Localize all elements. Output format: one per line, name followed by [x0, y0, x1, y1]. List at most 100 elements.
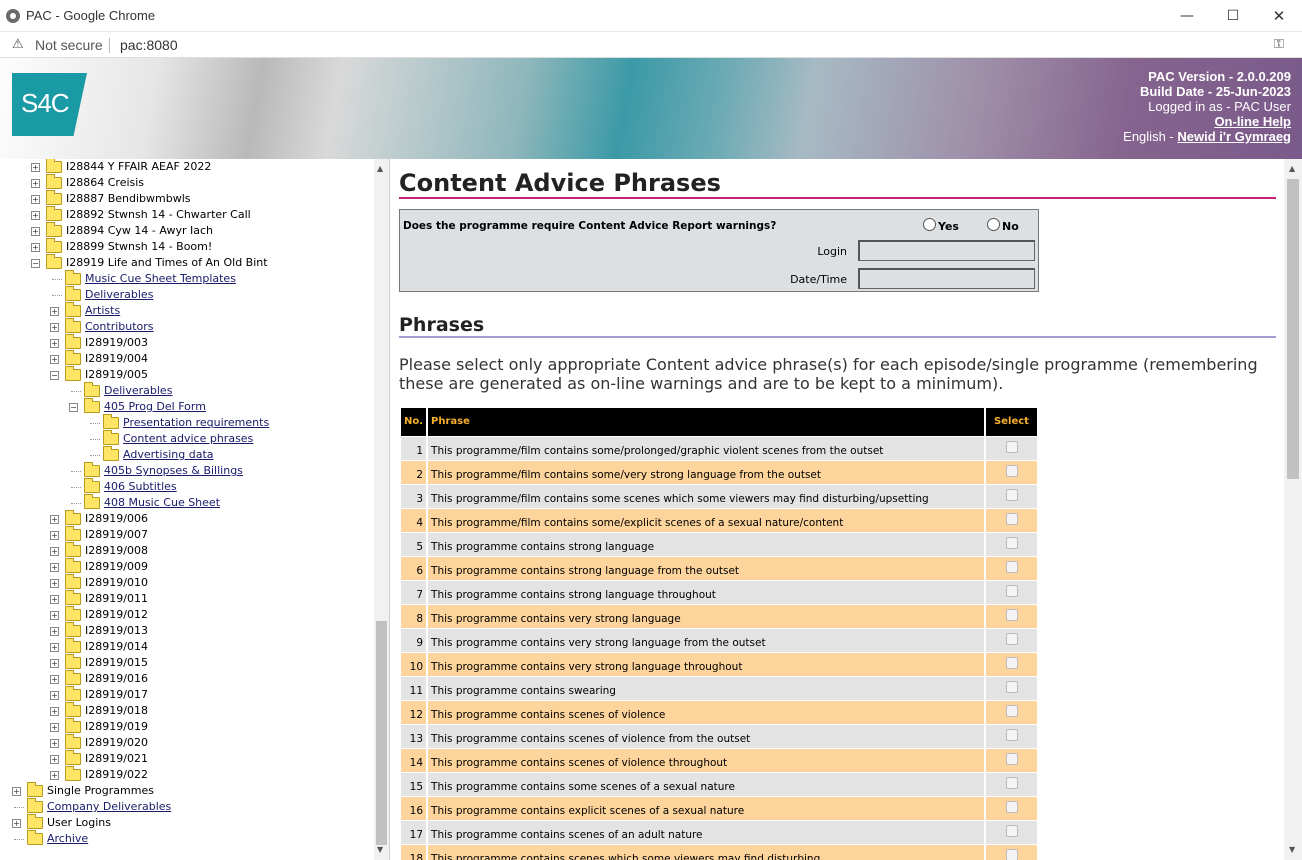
tree-item-label[interactable]: I28919 Life and Times of An Old Bint	[66, 255, 268, 271]
tree-item[interactable]: + I28919/010	[0, 574, 370, 591]
folder-icon[interactable]	[65, 750, 81, 765]
tree-item[interactable]: − I28919/005	[0, 366, 370, 383]
tree-item-label[interactable]: I28844 Y FFAIR AEAF 2022	[66, 159, 211, 175]
folder-icon[interactable]	[65, 318, 81, 333]
tree-item[interactable]: + I28919/008	[0, 542, 370, 559]
expand-icon[interactable]: +	[50, 675, 59, 684]
tree-item[interactable]: + I28899 Stwnsh 14 - Boom!	[0, 238, 370, 255]
tree-item-label[interactable]: I28919/014	[85, 639, 148, 655]
tree-item[interactable]: Deliverables	[0, 286, 370, 303]
folder-icon[interactable]	[27, 830, 43, 845]
tree-item-label[interactable]: I28919/003	[85, 335, 148, 351]
tree-item-label[interactable]: I28919/016	[85, 671, 148, 687]
tree-item-label[interactable]: I28919/017	[85, 687, 148, 703]
tree-item-label[interactable]: I28919/012	[85, 607, 148, 623]
folder-icon[interactable]	[65, 526, 81, 541]
folder-icon[interactable]	[65, 510, 81, 525]
expand-icon[interactable]: +	[31, 179, 40, 188]
tree-item[interactable]: + I28894 Cyw 14 - Awyr Iach	[0, 222, 370, 239]
phrase-select-checkbox[interactable]	[1005, 728, 1018, 741]
expand-icon[interactable]: +	[50, 595, 59, 604]
phrase-select-checkbox[interactable]	[1005, 488, 1018, 501]
phrase-select-checkbox[interactable]	[1005, 440, 1018, 453]
tree-item-label[interactable]: 406 Subtitles	[104, 479, 177, 495]
folder-icon[interactable]	[84, 494, 100, 509]
tree-item-label[interactable]: I28919/022	[85, 767, 148, 783]
tree-item-label[interactable]: I28919/010	[85, 575, 148, 591]
expand-icon[interactable]: +	[31, 227, 40, 236]
tree-item[interactable]: Presentation requirements	[0, 414, 370, 431]
tree-item-label[interactable]: Single Programmes	[47, 783, 154, 799]
expand-icon[interactable]: +	[50, 707, 59, 716]
tree-item[interactable]: − I28919 Life and Times of An Old Bint	[0, 254, 370, 271]
tree-item[interactable]: + I28919/012	[0, 606, 370, 623]
tree-item-label[interactable]: I28919/013	[85, 623, 148, 639]
expand-icon[interactable]: +	[50, 355, 59, 364]
tree-item-label[interactable]: 405b Synopses & Billings	[104, 463, 243, 479]
expand-icon[interactable]: +	[50, 771, 59, 780]
online-help-link[interactable]: On-line Help	[1214, 114, 1291, 129]
yes-radio[interactable]	[923, 218, 936, 231]
content-scroll-thumb[interactable]	[1287, 179, 1299, 479]
folder-icon[interactable]	[65, 334, 81, 349]
folder-icon[interactable]	[65, 734, 81, 749]
folder-icon[interactable]	[65, 350, 81, 365]
folder-icon[interactable]	[65, 718, 81, 733]
security-label[interactable]: Not secure	[35, 37, 103, 53]
phrase-select-checkbox[interactable]	[1005, 536, 1018, 549]
phrase-select-checkbox[interactable]	[1005, 848, 1018, 860]
tree-item-label[interactable]: Advertising data	[123, 447, 214, 463]
expand-icon[interactable]: +	[50, 547, 59, 556]
expand-icon[interactable]: +	[31, 211, 40, 220]
tree-item[interactable]: + I28919/013	[0, 622, 370, 639]
tree-item[interactable]: + I28919/018	[0, 702, 370, 719]
tree-item-label[interactable]: User Logins	[47, 815, 111, 831]
expand-icon[interactable]: +	[50, 739, 59, 748]
tree-item[interactable]: + I28892 Stwnsh 14 - Chwarter Call	[0, 206, 370, 223]
expand-icon[interactable]: +	[50, 339, 59, 348]
tree-item-label[interactable]: Deliverables	[104, 383, 172, 399]
tree-item[interactable]: + I28864 Creisis	[0, 174, 370, 191]
phrase-select-checkbox[interactable]	[1005, 632, 1018, 645]
tree-item-label[interactable]: I28919/021	[85, 751, 148, 767]
tree-item-label[interactable]: I28899 Stwnsh 14 - Boom!	[66, 239, 212, 255]
tree-item[interactable]: + Artists	[0, 302, 370, 319]
tree-item[interactable]: + I28919/016	[0, 670, 370, 687]
tree-item-label[interactable]: I28919/005	[85, 367, 148, 383]
tree-item-label[interactable]: I28919/019	[85, 719, 148, 735]
phrase-select-checkbox[interactable]	[1005, 800, 1018, 813]
folder-icon[interactable]	[46, 159, 62, 173]
folder-icon[interactable]	[65, 558, 81, 573]
folder-icon[interactable]	[103, 414, 119, 429]
folder-icon[interactable]	[84, 462, 100, 477]
tree-item[interactable]: + I28919/003	[0, 334, 370, 351]
tree-item[interactable]: Music Cue Sheet Templates	[0, 270, 370, 287]
expand-icon[interactable]: +	[50, 323, 59, 332]
folder-icon[interactable]	[65, 366, 81, 381]
tree-scrollbar[interactable]: ▲ ▼	[374, 159, 389, 860]
tree-item-label[interactable]: Artists	[85, 303, 120, 319]
folder-icon[interactable]	[46, 222, 62, 237]
collapse-icon[interactable]: −	[31, 259, 40, 268]
phrase-select-checkbox[interactable]	[1005, 560, 1018, 573]
tree-item-label[interactable]: I28919/007	[85, 527, 148, 543]
tree-item-label[interactable]: I28919/011	[85, 591, 148, 607]
phrase-select-checkbox[interactable]	[1005, 752, 1018, 765]
expand-icon[interactable]: +	[50, 643, 59, 652]
folder-icon[interactable]	[103, 430, 119, 445]
project-tree[interactable]: + I28844 Y FFAIR AEAF 2022 + I28864 Creisis…	[0, 159, 390, 860]
expand-icon[interactable]: +	[50, 563, 59, 572]
expand-icon[interactable]: +	[12, 787, 21, 796]
tree-item[interactable]: + Contributors	[0, 318, 370, 335]
folder-icon[interactable]	[46, 238, 62, 253]
folder-icon[interactable]	[65, 686, 81, 701]
tree-item-label[interactable]: Deliverables	[85, 287, 153, 303]
tree-item[interactable]: + I28919/019	[0, 718, 370, 735]
folder-icon[interactable]	[65, 270, 81, 285]
tree-item-label[interactable]: Music Cue Sheet Templates	[85, 271, 236, 287]
tree-item-label[interactable]: I28919/018	[85, 703, 148, 719]
folder-icon[interactable]	[65, 542, 81, 557]
tree-item[interactable]: 408 Music Cue Sheet	[0, 494, 370, 511]
key-icon[interactable]: ⚿	[1274, 37, 1284, 52]
tree-item[interactable]: + I28919/004	[0, 350, 370, 367]
